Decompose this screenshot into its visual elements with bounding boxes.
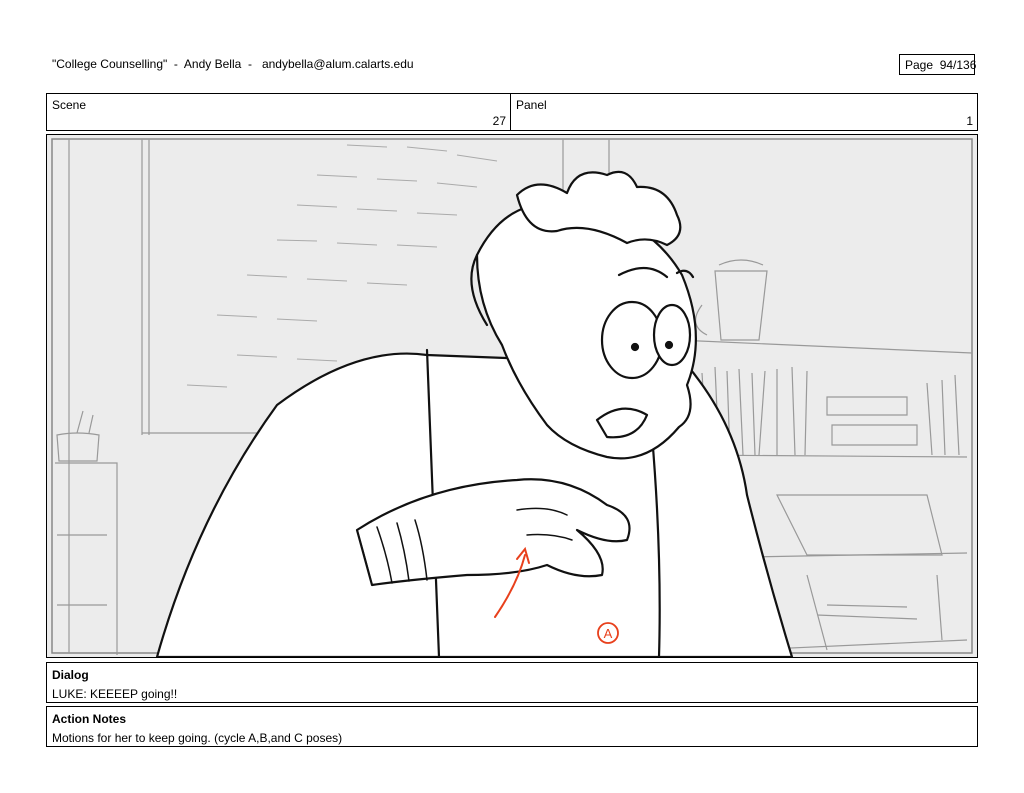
- scene-number: 27: [492, 114, 506, 128]
- panel-number: 1: [966, 114, 973, 128]
- dialog-text: LUKE: KEEEEP going!!: [52, 687, 178, 701]
- panel-box: Panel 1: [510, 93, 978, 131]
- storyboard-header-title: "College Counselling" - Andy Bella - and…: [52, 57, 414, 71]
- scene-label: Scene: [52, 98, 87, 112]
- panel-label: Panel: [516, 98, 547, 112]
- storyboard-sketch: A: [47, 135, 977, 657]
- dialog-label: Dialog: [52, 668, 89, 682]
- page-number-box: Page 94/136: [899, 54, 976, 75]
- action-notes-text: Motions for her to keep going. (cycle A,…: [52, 731, 343, 745]
- storyboard-panel-frame: A: [46, 134, 978, 658]
- action-notes-box: Action Notes Motions for her to keep goi…: [46, 706, 978, 747]
- action-notes-label: Action Notes: [52, 712, 127, 726]
- scene-box: Scene 27: [46, 93, 511, 131]
- pose-marker-label: A: [604, 626, 613, 641]
- dialog-box: Dialog LUKE: KEEEEP going!!: [46, 662, 978, 703]
